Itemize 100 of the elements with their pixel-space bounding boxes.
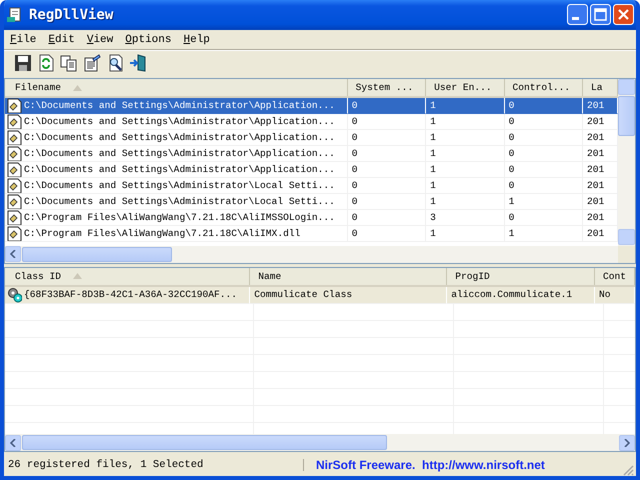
properties-icon: [83, 54, 101, 72]
save-icon: [14, 54, 32, 72]
table-cell: 0: [352, 100, 358, 112]
table-cell: 1: [430, 196, 436, 208]
table-cell: 201: [586, 100, 604, 112]
table-cell: 1: [430, 116, 436, 128]
menu-item[interactable]: View: [86, 32, 114, 47]
table-cell: 0: [352, 228, 358, 240]
table-row[interactable]: C:\Documents and Settings\Administrator\Local Setti... 0 1 0 201: [5, 178, 618, 194]
gears-icon: [7, 286, 22, 303]
status-text: 26 registered files, 1 Selected: [4, 459, 304, 472]
dll-file-icon: [7, 178, 22, 194]
table-cell: 0: [352, 180, 358, 192]
table-cell: 0: [508, 164, 514, 176]
toolbar-button[interactable]: [129, 54, 147, 72]
table-cell: 1: [508, 196, 514, 208]
table-row[interactable]: C:\Program Files\AliWangWang\7.21.18C\AliIMSSOLogin... 0 3 0 201: [5, 210, 618, 226]
table-cell: 201: [586, 196, 604, 208]
table-cell: 1: [430, 148, 436, 160]
maximize-button[interactable]: [590, 4, 611, 26]
table-row[interactable]: C:\Documents and Settings\Administrator\Application... 0 1 0 201: [5, 114, 618, 130]
refresh-icon: [37, 54, 55, 72]
table-cell: 1: [430, 100, 436, 112]
table-cell: No: [598, 289, 610, 300]
close-button[interactable]: [613, 4, 634, 26]
table-cell: 0: [352, 164, 358, 176]
table-cell: 1: [430, 164, 436, 176]
table-cell: 0: [352, 116, 358, 128]
horizontal-scrollbar[interactable]: [5, 246, 618, 263]
table-cell: 1: [430, 228, 436, 240]
exit-door-icon: [129, 54, 147, 72]
table-row[interactable]: C:\Documents and Settings\Administrator\Application... 0 1 0 201: [5, 130, 618, 146]
dll-file-icon: [7, 130, 22, 146]
table-cell: C:\Documents and Settings\Administrator\Application...: [24, 100, 335, 112]
column-header[interactable]: Control...: [504, 79, 583, 96]
toolbar-button[interactable]: [60, 54, 78, 72]
table-cell: C:\Documents and Settings\Administrator\Application...: [24, 148, 335, 160]
table-cell: 201: [586, 164, 604, 176]
table-cell: 3: [430, 212, 436, 224]
table-cell: C:\Documents and Settings\Administrator\Application...: [24, 116, 335, 128]
table-cell: Commulicate Class: [254, 289, 352, 300]
table-cell: 1: [430, 180, 436, 192]
table-cell: C:\Documents and Settings\Administrator\Application...: [24, 132, 335, 144]
table-row[interactable]: C:\Documents and Settings\Administrator\Application... 0 1 0 201: [5, 146, 618, 162]
app-icon: [7, 6, 23, 23]
table-cell: 0: [508, 132, 514, 144]
table-cell: 201: [586, 148, 604, 160]
column-header[interactable]: System ...: [348, 79, 426, 96]
table-cell: 0: [352, 196, 358, 208]
table-cell: 0: [508, 212, 514, 224]
table-cell: 201: [586, 228, 604, 240]
dll-file-icon: [7, 114, 22, 130]
column-header[interactable]: Name: [250, 268, 448, 285]
scroll-right-icon[interactable]: [624, 438, 630, 447]
table-row[interactable]: C:\Program Files\AliWangWang\7.21.18C\AliIMX.dll 0 1 1 201: [5, 226, 618, 242]
column-header[interactable]: ProgID: [447, 268, 595, 285]
table-cell: 1: [430, 132, 436, 144]
table-cell: 0: [352, 132, 358, 144]
vertical-scrollbar[interactable]: [618, 79, 635, 263]
scroll-left-icon[interactable]: [10, 250, 16, 258]
dll-file-icon: [7, 162, 22, 178]
dll-file-icon: [7, 194, 22, 210]
table-cell: C:\Documents and Settings\Administrator\Local Setti...: [24, 196, 335, 208]
menu-item[interactable]: Help: [183, 32, 210, 47]
scroll-left-icon[interactable]: [10, 438, 16, 447]
website-link[interactable]: NirSoft Freeware. http://www.nirsoft.net: [304, 458, 622, 472]
table-row[interactable]: C:\Documents and Settings\Administrator\Application... 0 1 0 201: [5, 162, 618, 178]
window-title: RegDllView: [29, 6, 114, 23]
table-row[interactable]: C:\Documents and Settings\Administrator\Local Setti... 0 1 1 201: [5, 194, 618, 210]
dll-file-icon: [7, 210, 22, 226]
table-cell: 0: [508, 180, 514, 192]
menu-item[interactable]: File: [10, 32, 36, 47]
table-cell: 0: [508, 100, 514, 112]
table-cell: C:\Program Files\AliWangWang\7.21.18C\AliIMSSOLogin...: [24, 212, 335, 224]
toolbar-button[interactable]: [14, 54, 32, 72]
table-cell: C:\Documents and Settings\Administrator\Local Setti...: [24, 180, 335, 192]
table-cell: 0: [352, 212, 358, 224]
resize-grip[interactable]: [622, 464, 634, 476]
table-cell: 201: [586, 116, 604, 128]
dll-file-icon: [7, 146, 22, 162]
table-cell: aliccom.Commulicate.1: [451, 289, 572, 300]
table-cell: 0: [508, 148, 514, 160]
table-cell: C:\Program Files\AliWangWang\7.21.18C\AliIMX.dll: [24, 228, 300, 240]
horizontal-scrollbar[interactable]: [5, 434, 635, 452]
menu-item[interactable]: Edit: [48, 32, 75, 47]
column-header[interactable]: Class ID: [5, 268, 250, 285]
toolbar-button[interactable]: [37, 54, 55, 72]
table-cell: 201: [586, 132, 604, 144]
minimize-button[interactable]: [567, 4, 588, 26]
table-row[interactable]: {68F33BAF-8D3B-42C1-A36A-32CC190AF... Commulicate Class aliccom.Commulicate.1 No: [5, 286, 635, 304]
table-cell: 1: [508, 228, 514, 240]
dll-file-icon: [7, 98, 22, 114]
column-header[interactable]: User En...: [426, 79, 505, 96]
dll-file-icon: [7, 226, 22, 242]
toolbar-button[interactable]: [83, 54, 101, 72]
menu-item[interactable]: Options: [125, 32, 172, 47]
column-header[interactable]: Cont: [595, 268, 635, 285]
table-cell: 0: [352, 148, 358, 160]
column-header[interactable]: Filename: [5, 79, 348, 96]
table-cell: 201: [586, 180, 604, 192]
